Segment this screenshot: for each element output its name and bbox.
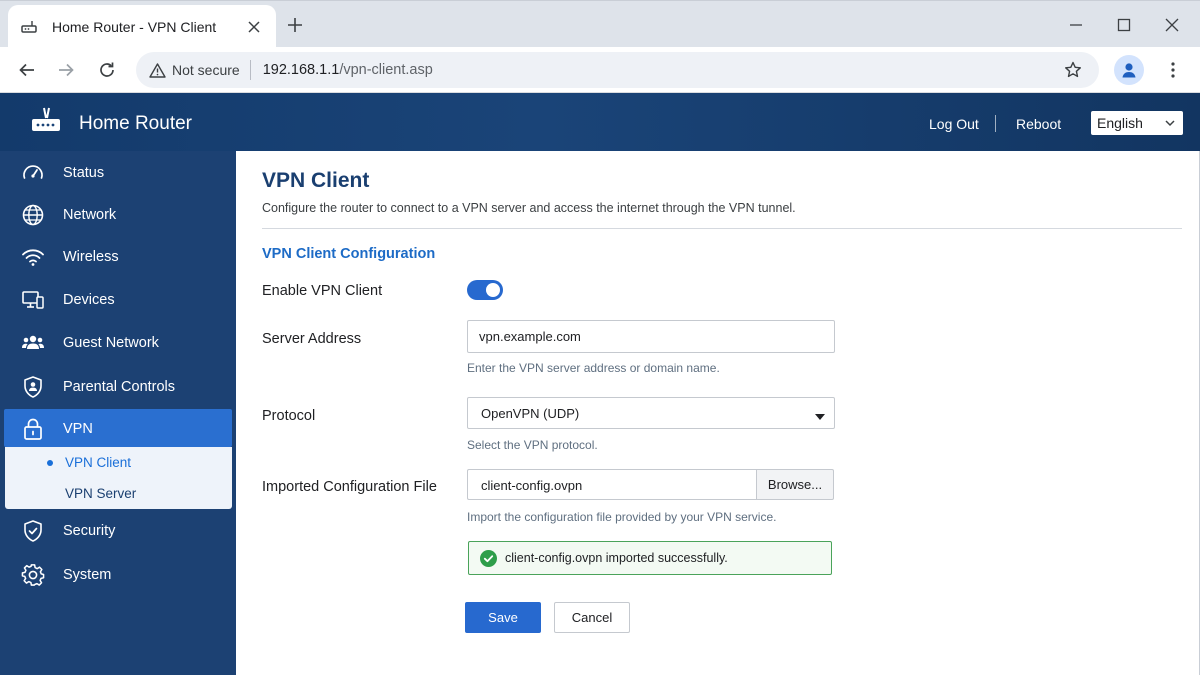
users-icon (20, 330, 46, 356)
active-dot (47, 460, 53, 466)
server-address-input[interactable] (467, 320, 835, 353)
save-button[interactable]: Save (465, 602, 541, 633)
browser-menu-icon[interactable] (1161, 56, 1185, 84)
sidebar-item-label: Security (63, 523, 116, 539)
vpn-submenu: VPN Client VPN Server (5, 447, 232, 509)
reload-icon[interactable] (93, 56, 121, 84)
enable-vpn-toggle[interactable] (467, 280, 503, 300)
check-circle-icon (480, 549, 497, 567)
profile-avatar-icon[interactable] (1114, 55, 1144, 85)
config-file-input[interactable]: client-config.ovpn (467, 469, 756, 500)
config-file-value: client-config.ovpn (481, 478, 583, 493)
sidebar-item-system[interactable]: System (0, 554, 236, 596)
toggle-knob (486, 283, 500, 297)
address-bar[interactable]: Not secure 192.168.1.1/vpn-client.asp (136, 52, 1099, 88)
sidebar-item-security[interactable]: Security (0, 510, 236, 552)
speedometer-icon (20, 160, 46, 186)
language-select[interactable]: English (1091, 111, 1183, 135)
sidebar-subitem-vpn-server[interactable]: VPN Server (5, 478, 232, 509)
sidebar-item-status[interactable]: Status (0, 152, 236, 194)
bookmark-star-icon[interactable] (1061, 58, 1085, 82)
globe-icon (20, 202, 46, 228)
shield-check-icon (20, 518, 46, 544)
section-divider (262, 228, 1182, 229)
section-title: VPN Client Configuration (262, 246, 436, 262)
brand-title: Home Router (79, 113, 192, 134)
lock-icon (20, 416, 46, 442)
config-file-help: Import the configuration file provided b… (467, 510, 777, 524)
back-arrow-icon[interactable] (13, 56, 41, 84)
protocol-select[interactable]: OpenVPN (UDP) (467, 397, 835, 429)
protocol-help: Select the VPN protocol. (467, 438, 598, 452)
protocol-label: Protocol (262, 408, 316, 424)
sidebar-item-parental-controls[interactable]: Parental Controls (0, 366, 236, 408)
page-title: VPN Client (262, 169, 370, 192)
sidebar-item-label: Network (63, 207, 117, 223)
logout-link[interactable]: Log Out (929, 116, 979, 132)
enable-vpn-label: Enable VPN Client (262, 283, 383, 299)
header-divider (995, 115, 996, 132)
forward-arrow-icon[interactable] (52, 56, 80, 84)
maximize-icon[interactable] (1112, 13, 1136, 37)
omnibox-divider (249, 60, 251, 80)
sidebar-item-devices[interactable]: Devices (0, 279, 236, 321)
tab-close-icon[interactable] (244, 17, 264, 37)
language-value: English (1097, 115, 1143, 131)
browser-toolbar: Not secure 192.168.1.1/vpn-client.asp (0, 47, 1200, 93)
sidebar-item-label: Devices (63, 292, 115, 308)
server-address-help: Enter the VPN server address or domain n… (467, 361, 720, 375)
wifi-icon (20, 244, 46, 270)
router-favicon-icon (20, 18, 38, 36)
protocol-value: OpenVPN (UDP) (481, 406, 580, 421)
url-host: 192.168.1.1 (262, 62, 340, 78)
main-content: VPN Client Configure the router to conne… (236, 151, 1200, 675)
tab-title: Home Router - VPN Client (52, 18, 217, 35)
subitem-label: VPN Server (65, 486, 137, 501)
server-address-label: Server Address (262, 331, 362, 347)
gear-icon (20, 562, 46, 588)
chevron-down-icon (1163, 116, 1177, 130)
config-file-label: Imported Configuration File (262, 479, 437, 495)
sidebar-item-label: Parental Controls (63, 379, 176, 395)
new-tab-plus-icon[interactable] (283, 13, 307, 37)
reboot-link[interactable]: Reboot (1016, 116, 1061, 132)
sidebar-item-label: Wireless (63, 249, 119, 265)
import-success-alert: client-config.ovpn imported successfully… (468, 541, 832, 575)
app-header: Home Router Log Out Reboot English (0, 93, 1200, 151)
sidebar-item-label: Guest Network (63, 335, 159, 351)
devices-icon (20, 287, 46, 313)
browser-tab[interactable]: Home Router - VPN Client (8, 5, 276, 48)
subitem-label: VPN Client (65, 455, 132, 470)
sidebar-item-label: VPN (63, 421, 93, 437)
shield-user-icon (20, 374, 46, 400)
url-path: /vpn-client.asp (339, 62, 433, 78)
sidebar-item-vpn[interactable]: VPN (0, 408, 236, 450)
success-message: client-config.ovpn imported successfully… (505, 551, 728, 565)
sidebar-subitem-vpn-client[interactable]: VPN Client (5, 447, 232, 478)
window-close-icon[interactable] (1160, 13, 1184, 37)
sidebar-item-guest-network[interactable]: Guest Network (0, 322, 236, 364)
warning-triangle-icon[interactable] (149, 61, 167, 79)
browser-tab-strip: Home Router - VPN Client (0, 0, 1200, 48)
cancel-button[interactable]: Cancel (554, 602, 630, 633)
router-logo-icon (30, 104, 62, 136)
browse-button[interactable]: Browse... (756, 469, 834, 500)
url-text[interactable]: 192.168.1.1/vpn-client.asp (263, 62, 1061, 78)
page-description: Configure the router to connect to a VPN… (262, 201, 796, 215)
sidebar-item-label: System (63, 567, 112, 583)
dropdown-arrow-icon (815, 409, 825, 420)
sidebar: Status Network Wireless Devices Guest Ne… (0, 151, 236, 675)
minimize-icon[interactable] (1064, 13, 1088, 37)
sidebar-item-label: Status (63, 165, 105, 181)
not-secure-label[interactable]: Not secure (172, 62, 240, 78)
sidebar-item-network[interactable]: Network (0, 194, 236, 236)
sidebar-item-wireless[interactable]: Wireless (0, 236, 236, 278)
